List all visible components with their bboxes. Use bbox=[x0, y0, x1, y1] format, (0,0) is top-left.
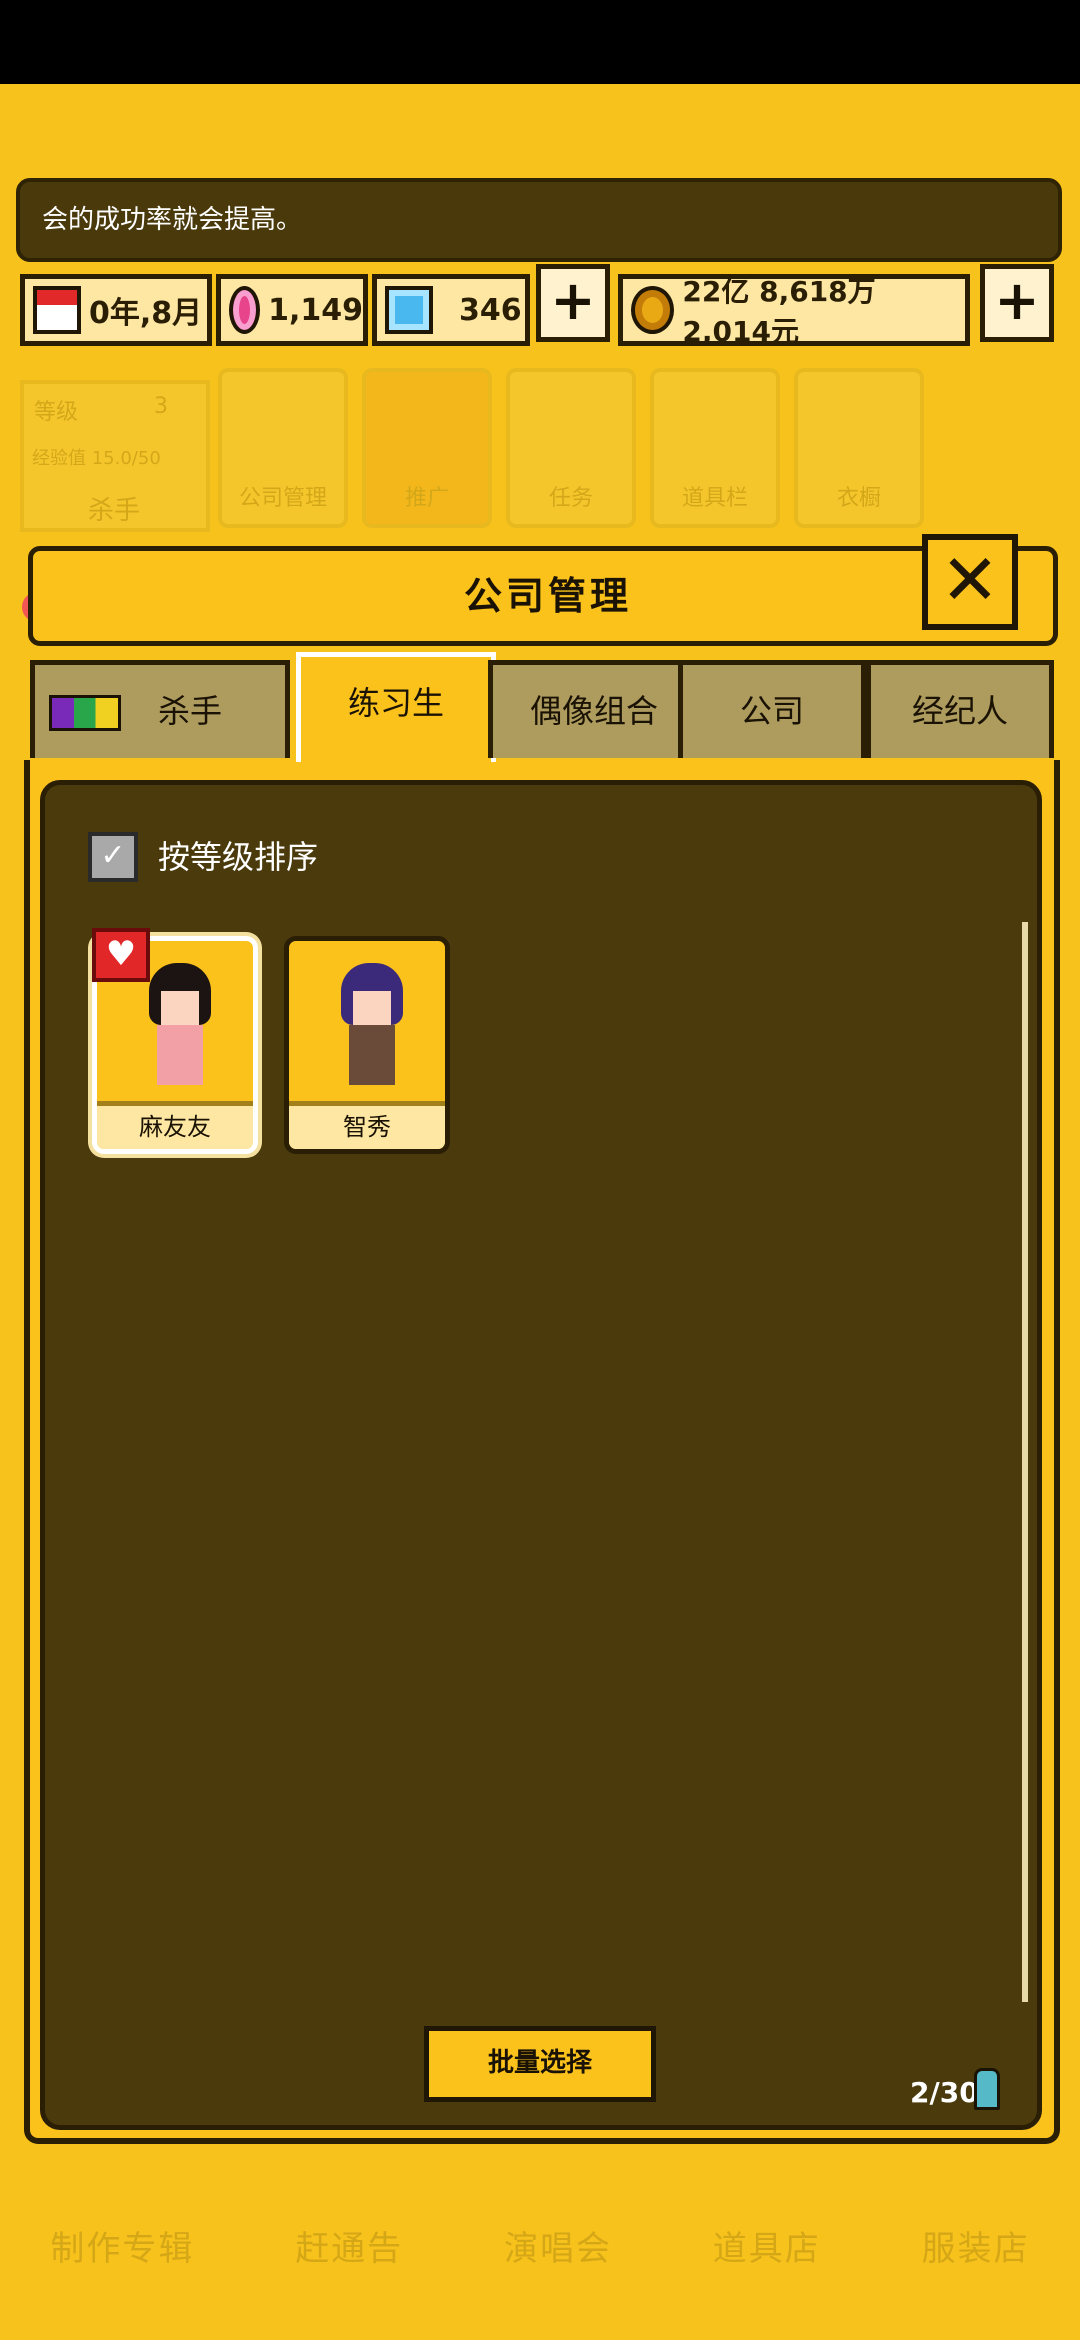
dialog-title: 公司管理 bbox=[463, 574, 632, 618]
tab-killer[interactable]: 杀手 bbox=[30, 660, 290, 758]
tab-bar: 杀手 练习生 偶像组合 公司 经纪人 bbox=[24, 652, 1060, 762]
tab-manager[interactable]: 经纪人 bbox=[866, 660, 1054, 758]
money-display: 22亿 8,618万 2,014元 bbox=[618, 274, 970, 348]
bg-level-value: 3 bbox=[154, 394, 168, 419]
nav-schedule: 赶通告 bbox=[295, 2228, 404, 2269]
close-button[interactable]: ✕ bbox=[922, 534, 1018, 630]
add-diamond-button[interactable]: + bbox=[536, 264, 610, 342]
tab-company-label: 公司 bbox=[739, 692, 804, 730]
tab-trainee[interactable]: 练习生 bbox=[296, 652, 496, 762]
trainee-name: 智秀 bbox=[289, 1101, 445, 1149]
tab-killer-label: 杀手 bbox=[157, 692, 222, 730]
check-icon: ✓ bbox=[100, 838, 126, 873]
trainee-count: 2/30 bbox=[910, 2076, 979, 2109]
tab-company[interactable]: 公司 bbox=[678, 660, 866, 758]
gem-value: 1,149 bbox=[268, 292, 363, 328]
bg-tile-wardrobe: 衣橱 bbox=[794, 368, 924, 528]
heart-icon: ♥ bbox=[92, 928, 150, 982]
sort-checkbox[interactable]: ✓ bbox=[88, 832, 138, 882]
status-bar bbox=[0, 0, 1080, 84]
tab-manager-label: 经纪人 bbox=[911, 692, 1008, 730]
pink-gem-icon bbox=[229, 286, 261, 334]
bg-tile-company: 公司管理 bbox=[218, 368, 348, 528]
person-icon bbox=[974, 2068, 1000, 2110]
close-icon: ✕ bbox=[940, 539, 1000, 621]
bg-name: 杀手 bbox=[88, 496, 141, 526]
date-value: 0年,8月 bbox=[89, 296, 203, 331]
bg-tile-items: 道具栏 bbox=[650, 368, 780, 528]
bg-tile-promo: 推广 bbox=[362, 368, 492, 528]
nav-make-album: 制作专辑 bbox=[50, 2228, 195, 2269]
notice-banner: 会的成功率就会提高。 bbox=[16, 178, 1062, 262]
batch-select-button[interactable]: 批量选择 bbox=[424, 2026, 656, 2102]
background-stats: 等级 3 经验值 15.0/50 杀手 bbox=[20, 380, 210, 532]
nav-clothing-shop: 服装店 bbox=[921, 2228, 1030, 2269]
gem-display: 1,149 bbox=[216, 274, 368, 346]
tab-idol-group-label: 偶像组合 bbox=[529, 692, 658, 730]
add-money-button[interactable]: + bbox=[980, 264, 1054, 342]
bottom-nav: 制作专辑 赶通告 演唱会 道具店 服装店 bbox=[0, 2150, 1080, 2340]
tab-trainee-label: 练习生 bbox=[347, 684, 444, 722]
trainee-card[interactable]: 智秀 bbox=[284, 936, 450, 1154]
calendar-icon bbox=[33, 286, 81, 334]
scrollbar[interactable] bbox=[1022, 922, 1028, 2002]
diamond-value: 346 bbox=[459, 292, 522, 328]
bg-exp: 经验值 15.0/50 bbox=[32, 448, 161, 469]
date-display: 0年,8月 bbox=[20, 274, 212, 346]
bg-level-label: 等级 bbox=[34, 400, 79, 425]
sort-label: 按等级排序 bbox=[158, 838, 319, 876]
trainee-name: 麻友友 bbox=[97, 1101, 253, 1149]
coin-icon bbox=[631, 286, 675, 334]
diamond-display: 346 bbox=[372, 274, 530, 346]
bg-tile-tasks: 任务 bbox=[506, 368, 636, 528]
diamond-icon bbox=[385, 286, 433, 334]
trainee-avatar bbox=[327, 955, 417, 1095]
group-colors-icon bbox=[49, 695, 121, 731]
nav-concert: 演唱会 bbox=[503, 2228, 612, 2269]
money-value: 22亿 8,618万 2,014元 bbox=[682, 275, 876, 348]
tab-idol-group[interactable]: 偶像组合 bbox=[488, 660, 700, 758]
nav-item-shop: 道具店 bbox=[712, 2228, 821, 2269]
dialog-header: 公司管理 bbox=[28, 546, 1058, 646]
